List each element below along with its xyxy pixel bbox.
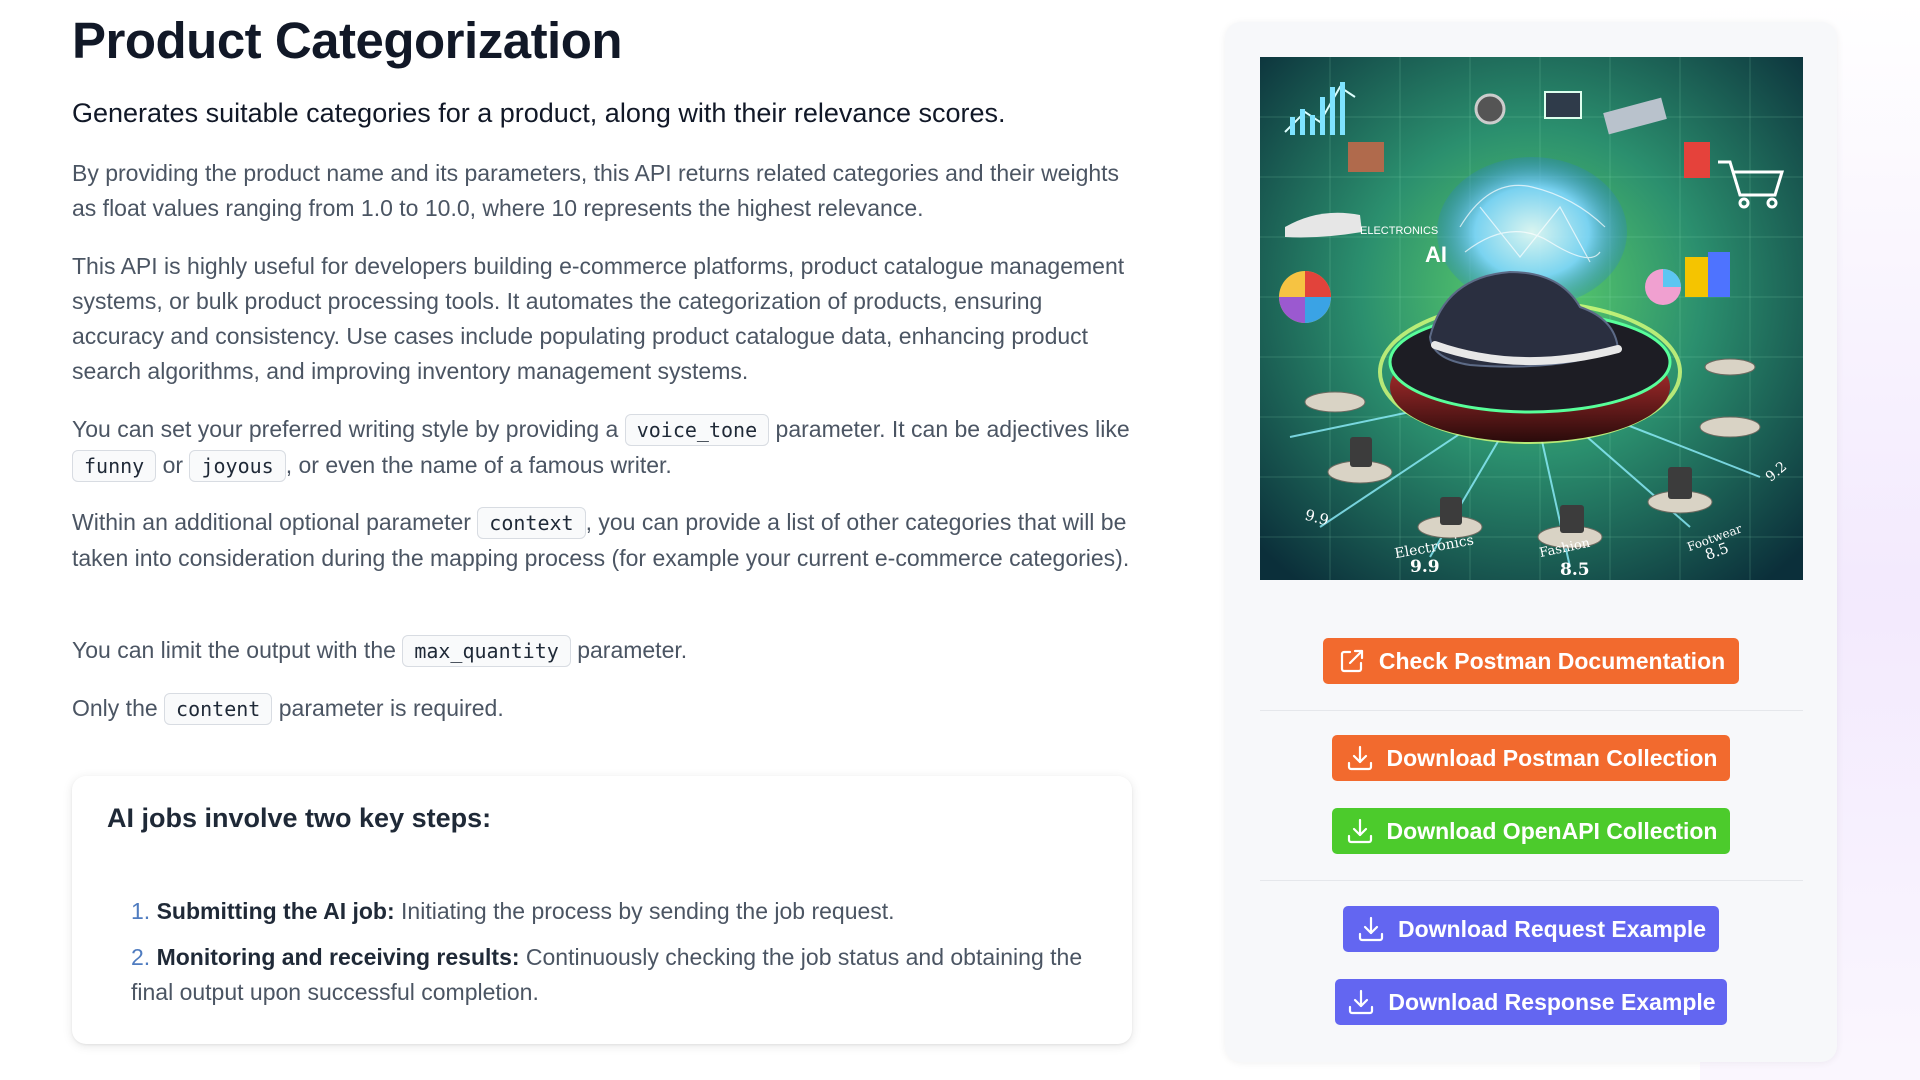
- download-icon: [1349, 989, 1374, 1015]
- steps-list: 1. Submitting the AI job: Initiating the…: [131, 894, 1091, 1021]
- resources-panel: ELECTRONICS AI Electronics 9.9 Fashion 8…: [1225, 22, 1837, 1062]
- code-funny: funny: [72, 450, 157, 482]
- divider: [1260, 880, 1803, 881]
- hero-label-ai: AI: [1425, 242, 1447, 267]
- hero-label-electronics: ELECTRONICS: [1360, 225, 1438, 237]
- page-subtitle: Generates suitable categories for a prod…: [72, 98, 1006, 128]
- description-paragraph-3: You can set your preferred writing style…: [72, 412, 1132, 484]
- ai-steps-card: AI jobs involve two key steps: 1. Submit…: [72, 776, 1132, 1044]
- ai-sneaker-illustration: ELECTRONICS AI Electronics 9.9 Fashion 8…: [1260, 57, 1803, 580]
- hero-illustration: ELECTRONICS AI Electronics 9.9 Fashion 8…: [1260, 57, 1803, 580]
- download-request-example-label: Download Request Example: [1398, 915, 1707, 942]
- download-response-example-label: Download Response Example: [1388, 988, 1716, 1015]
- download-openapi-collection-button[interactable]: Download OpenAPI Collection: [1332, 808, 1730, 854]
- description-paragraph-1: By providing the product name and its pa…: [72, 160, 1120, 221]
- external-link-icon: [1340, 649, 1363, 673]
- download-postman-collection-label: Download Postman Collection: [1386, 744, 1718, 771]
- description-paragraph-5: You can limit the output with the max_qu…: [72, 633, 1132, 669]
- step-item: 1. Submitting the AI job: Initiating the…: [131, 898, 895, 924]
- description-paragraph-2: This API is highly useful for developers…: [72, 253, 1125, 384]
- download-icon: [1358, 916, 1384, 942]
- code-context: context: [477, 507, 586, 539]
- hero-score-fashion: 8.5: [1560, 560, 1590, 580]
- download-openapi-collection-label: Download OpenAPI Collection: [1386, 817, 1718, 844]
- download-icon: [1347, 818, 1372, 844]
- hero-score-electronics: 9.9: [1410, 557, 1440, 577]
- steps-heading: AI jobs involve two key steps:: [107, 803, 492, 833]
- code-content: content: [164, 693, 273, 725]
- step-item: 2. Monitoring and receiving results: Con…: [131, 944, 1083, 1005]
- download-request-example-button[interactable]: Download Request Example: [1343, 906, 1719, 952]
- download-response-example-button[interactable]: Download Response Example: [1335, 979, 1727, 1025]
- page-title: Product Categorization: [72, 12, 623, 69]
- download-postman-collection-button[interactable]: Download Postman Collection: [1332, 735, 1730, 781]
- divider: [1260, 710, 1803, 711]
- code-joyous: joyous: [189, 450, 286, 482]
- description-paragraph-6: Only the content parameter is required.: [72, 691, 1132, 727]
- description-paragraph-4: Within an additional optional parameter …: [72, 507, 1130, 571]
- download-icon: [1347, 745, 1372, 771]
- check-postman-documentation-label: Check Postman Documentation: [1378, 647, 1726, 674]
- check-postman-documentation-button[interactable]: Check Postman Documentation: [1323, 638, 1739, 684]
- code-voice-tone: voice_tone: [624, 414, 770, 446]
- code-max-quantity: max_quantity: [402, 635, 571, 667]
